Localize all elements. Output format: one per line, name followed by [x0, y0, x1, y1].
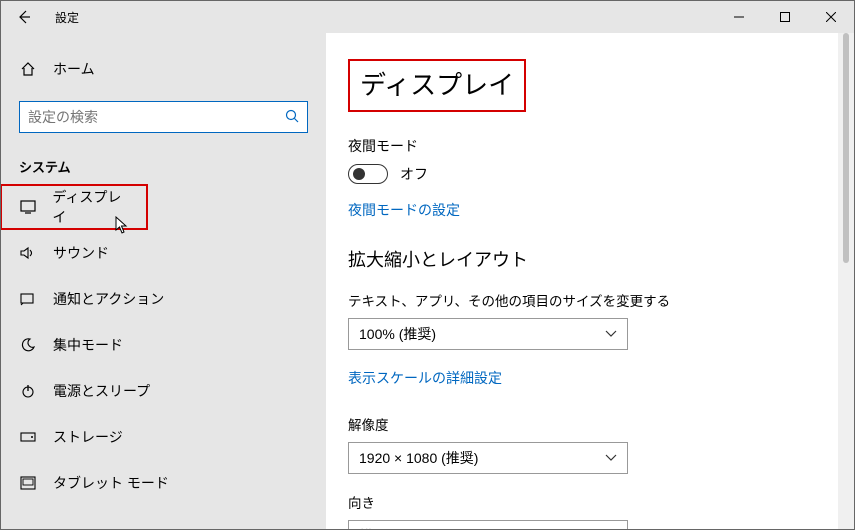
search-icon — [285, 109, 299, 126]
scale-heading: 拡大縮小とレイアウト — [348, 246, 838, 272]
settings-window: 設定 ホーム システム — [0, 0, 855, 530]
night-light-settings-link[interactable]: 夜間モードの設定 — [348, 200, 460, 220]
home-icon — [19, 61, 37, 77]
sidebar-item-notifications[interactable]: 通知とアクション — [1, 276, 326, 322]
sidebar: ホーム システム ディスプレイ サウンド — [1, 33, 326, 529]
sidebar-item-label: サウンド — [53, 243, 109, 263]
focus-icon — [19, 337, 37, 353]
close-icon — [826, 12, 836, 22]
main-panel: ディスプレイ 夜間モード オフ 夜間モードの設定 拡大縮小とレイアウト テキスト… — [326, 33, 854, 529]
advanced-scale-link[interactable]: 表示スケールの詳細設定 — [348, 368, 502, 388]
sidebar-item-label: 電源とスリープ — [53, 381, 150, 401]
orientation-value: 横 — [359, 526, 373, 529]
scale-label: テキスト、アプリ、その他の項目のサイズを変更する — [348, 290, 838, 310]
resolution-value: 1920 × 1080 (推奨) — [359, 448, 478, 468]
titlebar: 設定 — [1, 1, 854, 33]
resolution-label: 解像度 — [348, 414, 838, 434]
toggle-knob — [353, 168, 365, 180]
content-area: ホーム システム ディスプレイ サウンド — [1, 33, 854, 529]
scale-value: 100% (推奨) — [359, 324, 436, 344]
notification-icon — [19, 292, 37, 306]
minimize-button[interactable] — [716, 1, 762, 33]
power-icon — [19, 383, 37, 399]
scale-select[interactable]: 100% (推奨) — [348, 318, 628, 350]
sidebar-item-sound[interactable]: サウンド — [1, 230, 326, 276]
page-title: ディスプレイ — [348, 59, 526, 112]
nav-group-label: システム — [1, 137, 326, 184]
resolution-select[interactable]: 1920 × 1080 (推奨) — [348, 442, 628, 474]
sidebar-item-power[interactable]: 電源とスリープ — [1, 368, 326, 414]
home-nav[interactable]: ホーム — [1, 49, 326, 89]
display-icon — [20, 200, 36, 214]
maximize-icon — [780, 12, 790, 22]
maximize-button[interactable] — [762, 1, 808, 33]
sidebar-item-storage[interactable]: ストレージ — [1, 414, 326, 460]
sidebar-item-label: タブレット モード — [53, 473, 169, 493]
minimize-icon — [734, 12, 744, 22]
search-input[interactable] — [28, 109, 285, 125]
sound-icon — [19, 246, 37, 260]
close-button[interactable] — [808, 1, 854, 33]
orientation-select[interactable]: 横 — [348, 520, 628, 529]
storage-icon — [19, 430, 37, 444]
chevron-down-icon — [605, 327, 617, 341]
sidebar-item-focus[interactable]: 集中モード — [1, 322, 326, 368]
chevron-down-icon — [605, 451, 617, 465]
window-title: 設定 — [55, 9, 79, 26]
sidebar-item-label: 集中モード — [53, 335, 123, 355]
sidebar-item-tablet[interactable]: タブレット モード — [1, 460, 326, 506]
night-light-state: オフ — [400, 164, 428, 184]
arrow-left-icon — [16, 9, 32, 25]
tablet-icon — [19, 476, 37, 490]
scrollbar-thumb[interactable] — [843, 33, 849, 263]
night-light-toggle[interactable] — [348, 164, 388, 184]
night-light-label: 夜間モード — [348, 136, 838, 156]
home-label: ホーム — [53, 59, 95, 79]
sidebar-item-label: ディスプレイ — [52, 187, 128, 227]
back-button[interactable] — [1, 1, 47, 33]
vertical-scrollbar[interactable] — [838, 33, 854, 529]
sidebar-item-label: ストレージ — [53, 427, 123, 447]
search-box[interactable] — [19, 101, 308, 133]
orientation-label: 向き — [348, 492, 838, 512]
sidebar-item-label: 通知とアクション — [53, 289, 164, 309]
sidebar-item-display[interactable]: ディスプレイ — [1, 184, 148, 230]
